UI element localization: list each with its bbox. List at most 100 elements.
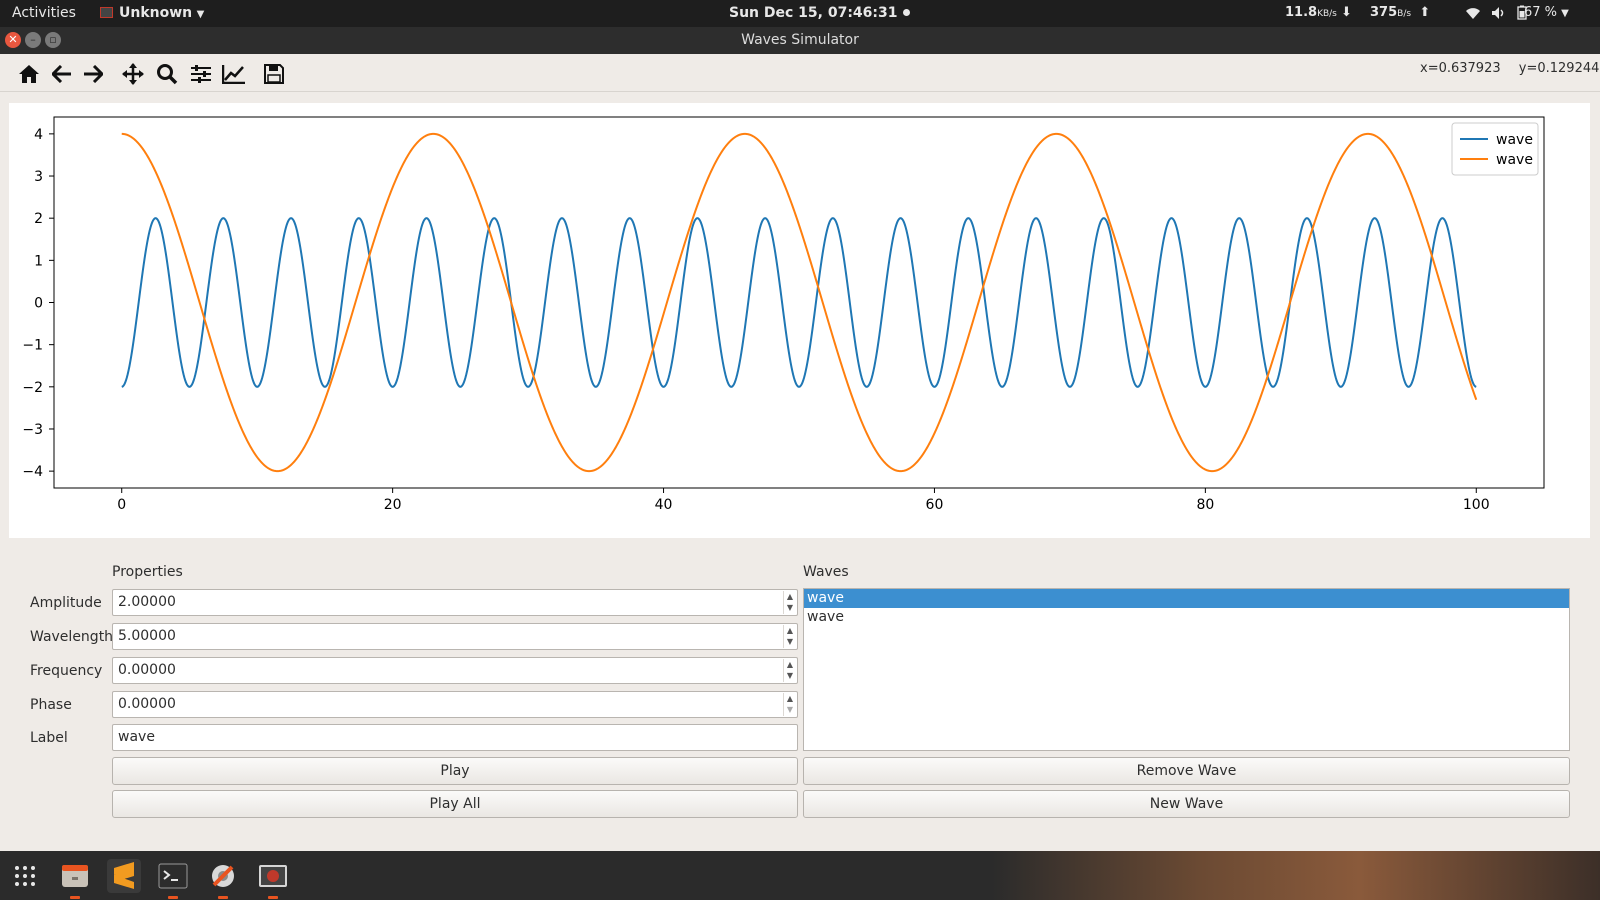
home-button[interactable]	[16, 62, 42, 86]
battery-percentage[interactable]: 67 % ▼	[1524, 5, 1569, 20]
label-input[interactable]: wave	[112, 724, 798, 751]
screen-recorder-icon	[259, 865, 287, 887]
configure-subplots-icon	[191, 65, 211, 83]
net-down-value: 11.8	[1285, 5, 1318, 20]
running-indicator	[70, 896, 80, 899]
plot-toolbar: x=0.637923 y=0.129244	[0, 54, 1600, 92]
edit-axis-button[interactable]	[221, 62, 247, 86]
settings-tools-icon	[212, 865, 234, 887]
plot-canvas[interactable]: 0 20 40 60 80 100 4 3 2 1 0 −1 −2 −3 −4 wave wave	[9, 103, 1590, 538]
list-item[interactable]: wave	[804, 589, 1569, 608]
legend-label: wave	[1496, 152, 1533, 168]
window-title-bar[interactable]: ✕ – ▫ Waves Simulator	[0, 27, 1600, 54]
forward-button[interactable]	[80, 62, 106, 86]
step-down-icon[interactable]: ▼	[784, 704, 796, 715]
wifi-icon	[1466, 8, 1480, 19]
coord-x: x=0.637923	[1420, 61, 1501, 76]
frequency-stepper[interactable]: ▲ ▼	[783, 659, 796, 682]
x-tick-label: 80	[1196, 497, 1214, 513]
app-icon	[100, 7, 113, 18]
net-download-indicator: 11.8KB/s ⬇	[1285, 5, 1352, 20]
amplitude-stepper[interactable]: ▲ ▼	[783, 591, 796, 614]
notification-dot-icon	[902, 9, 910, 16]
clock-text: Sun Dec 15, 07:46:31	[729, 5, 898, 21]
list-item[interactable]: wave	[804, 608, 1569, 627]
battery-text: 67 %	[1524, 5, 1558, 20]
play-button[interactable]: Play	[112, 757, 798, 785]
activities-button[interactable]: Activities	[12, 5, 76, 21]
save-button[interactable]	[261, 62, 287, 86]
wavelength-stepper[interactable]: ▲ ▼	[783, 625, 796, 648]
zoom-icon	[157, 64, 178, 85]
frequency-spinbox[interactable]: 0.00000 ▲ ▼	[112, 657, 798, 684]
save-icon	[264, 64, 284, 84]
properties-header: Properties	[112, 564, 183, 580]
frequency-label: Frequency	[30, 663, 103, 679]
clock[interactable]: Sun Dec 15, 07:46:31	[729, 5, 910, 21]
y-tick-label: −2	[22, 380, 43, 396]
y-tick-label: 2	[34, 211, 43, 227]
amplitude-value: 2.00000	[118, 594, 176, 610]
running-indicator	[168, 896, 178, 899]
play-all-button[interactable]: Play All	[112, 790, 798, 818]
net-up-unit: B/s	[1397, 9, 1412, 19]
waves-header: Waves	[803, 564, 849, 580]
remove-wave-button[interactable]: Remove Wave	[803, 757, 1570, 785]
y-tick-label: −3	[22, 422, 43, 438]
step-down-icon[interactable]: ▼	[784, 602, 796, 613]
dock-files[interactable]	[58, 859, 92, 899]
download-arrow-icon: ⬇	[1341, 5, 1352, 20]
step-up-icon[interactable]: ▲	[784, 591, 796, 602]
new-wave-button[interactable]: New Wave	[803, 790, 1570, 818]
net-up-value: 375	[1370, 5, 1398, 20]
phase-stepper[interactable]: ▲ ▼	[783, 693, 796, 716]
y-tick-label: −4	[22, 464, 43, 480]
back-button[interactable]	[49, 62, 75, 86]
step-up-icon[interactable]: ▲	[784, 659, 796, 670]
phase-spinbox[interactable]: 0.00000 ▲ ▼	[112, 691, 798, 718]
y-tick-label: 1	[34, 253, 43, 269]
wavelength-spinbox[interactable]: 5.00000 ▲ ▼	[112, 623, 798, 650]
x-tick-label: 60	[926, 497, 944, 513]
configure-subplots-button[interactable]	[188, 62, 214, 86]
step-down-icon[interactable]: ▼	[784, 670, 796, 681]
files-icon	[62, 865, 88, 887]
app-menu[interactable]: Unknown ▼	[100, 5, 204, 21]
label-label: Label	[30, 730, 68, 746]
x-tick-label: 100	[1463, 497, 1490, 513]
back-arrow-icon	[52, 65, 71, 83]
legend-label: wave	[1496, 132, 1533, 148]
step-up-icon[interactable]: ▲	[784, 693, 796, 704]
cursor-coordinates: x=0.637923 y=0.129244	[1420, 61, 1600, 76]
system-top-bar: Activities Unknown ▼ Sun Dec 15, 07:46:3…	[0, 0, 1600, 27]
running-indicator	[218, 896, 228, 899]
waves-list[interactable]: wave wave	[803, 588, 1570, 751]
running-indicator	[268, 896, 278, 899]
amplitude-spinbox[interactable]: 2.00000 ▲ ▼	[112, 589, 798, 616]
dock-terminal[interactable]	[156, 859, 190, 899]
chevron-down-icon: ▼	[1561, 8, 1569, 19]
home-icon	[19, 65, 39, 83]
show-apps-button[interactable]	[8, 859, 42, 893]
dock-settings-tools[interactable]	[206, 859, 240, 899]
coord-y: y=0.129244	[1518, 61, 1600, 76]
wave-plot[interactable]: 0 20 40 60 80 100 4 3 2 1 0 −1 −2 −3 −4 wave wave	[9, 103, 1590, 538]
step-up-icon[interactable]: ▲	[784, 625, 796, 636]
app-menu-label: Unknown	[119, 5, 193, 21]
net-down-unit: KB/s	[1317, 9, 1337, 19]
volume-icon	[1492, 7, 1504, 19]
dock-sublime-text[interactable]	[107, 859, 141, 893]
upload-arrow-icon: ⬆	[1419, 5, 1431, 20]
step-down-icon[interactable]: ▼	[784, 636, 796, 647]
pan-button[interactable]	[120, 62, 146, 86]
zoom-button[interactable]	[154, 62, 180, 86]
chevron-down-icon: ▼	[196, 9, 205, 20]
system-indicators[interactable]	[1465, 5, 1527, 22]
wavelength-value: 5.00000	[118, 628, 176, 644]
sublime-text-icon	[114, 862, 134, 889]
x-tick-label: 0	[117, 497, 126, 513]
wavelength-label: Wavelength	[30, 629, 114, 645]
dock-screen-recorder[interactable]	[256, 859, 290, 899]
y-tick-label: 4	[34, 127, 43, 143]
axes-frame	[53, 116, 1545, 489]
